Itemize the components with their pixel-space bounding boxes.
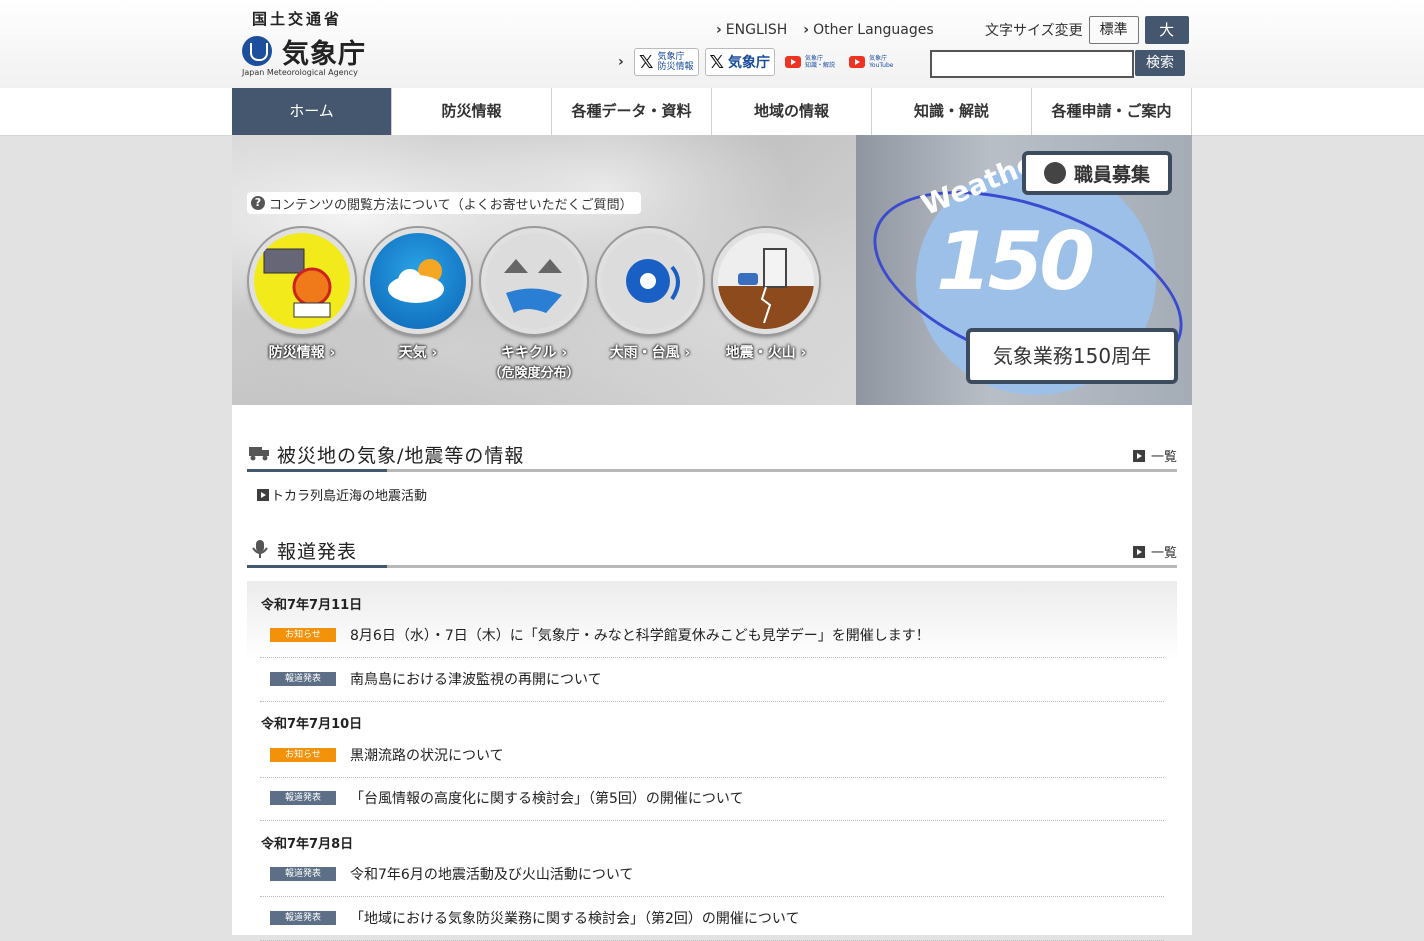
x-logo-icon: 𝕏 — [639, 51, 654, 73]
nav-regional[interactable]: 地域の情報 — [712, 88, 872, 135]
quick-links: 防災情報 › 天気 › キキクル › （危険度分布） 大雨・台風 › 地震・火山… — [247, 228, 821, 381]
tile-kikikuru[interactable]: キキクル › （危険度分布） — [479, 228, 589, 381]
question-icon: ? — [251, 196, 265, 210]
press-badge: 報道発表 — [270, 791, 336, 805]
kikikuru-icon — [481, 228, 587, 334]
news-item[interactable]: 報道発表 「地域における気象防災業務に関する検討会」（第2回）の開催について — [260, 896, 1164, 941]
news-item[interactable]: お知らせ 黒潮流路の状況について — [260, 733, 1164, 778]
play-icon — [1132, 545, 1145, 558]
search-button[interactable]: 検索 — [1135, 50, 1185, 76]
search-input[interactable] — [930, 50, 1134, 78]
anniversary-banner[interactable]: Weather 150 職員募集 気象業務150周年 — [849, 135, 1207, 412]
disaster-section-header: 被災地の気象/地震等の情報 一覧 — [247, 437, 1177, 472]
chevron-right-icon: › — [329, 345, 336, 361]
news-item[interactable]: 報道発表 南鳥島における津波監視の再開について — [260, 657, 1164, 702]
press-badge: 報道発表 — [270, 867, 336, 881]
nav-home[interactable]: ホーム — [232, 88, 392, 135]
jma-logo-icon — [242, 36, 272, 66]
global-nav: ホーム 防災情報 各種データ・資料 地域の情報 知識・解説 各種申請・ご案内 — [0, 88, 1424, 136]
disaster-list-link[interactable]: 一覧 — [1132, 446, 1177, 465]
notice-badge: お知らせ — [270, 748, 336, 762]
tile-heavy-rain-typhoon[interactable]: 大雨・台風 › — [595, 228, 705, 381]
truck-icon — [249, 447, 269, 461]
recruitment-button[interactable]: 職員募集 — [1022, 151, 1172, 195]
youtube-main-button[interactable]: 気象庁 YouTube — [845, 49, 897, 75]
play-icon — [257, 488, 269, 501]
font-size-standard-button[interactable]: 標準 — [1088, 16, 1139, 44]
news-item[interactable]: 報道発表 令和7年6月の地震活動及び火山活動について — [260, 852, 1164, 897]
notice-badge: お知らせ — [270, 628, 336, 642]
press-badge: 報道発表 — [270, 911, 336, 925]
other-languages-link[interactable]: › Other Languages — [803, 22, 933, 38]
font-size-large-button[interactable]: 大 — [1144, 16, 1189, 44]
disaster-item-link[interactable]: トカラ列島近海の地震活動 — [257, 485, 427, 504]
agency-name-en: Japan Meteorological Agency — [242, 68, 358, 77]
tile-earthquake-volcano[interactable]: 地震・火山 › — [711, 228, 821, 381]
earthquake-icon — [713, 228, 819, 334]
tile-disaster-info[interactable]: 防災情報 › — [247, 228, 357, 381]
chevron-right-icon: › — [561, 345, 568, 361]
press-badge: 報道発表 — [270, 672, 336, 686]
weather-icon — [365, 228, 471, 334]
news-date: 令和7年7月8日 — [261, 837, 354, 852]
x-main-account-button[interactable]: 𝕏 気象庁 — [704, 48, 776, 76]
press-list-link[interactable]: 一覧 — [1132, 542, 1177, 561]
ministry-name: 国土交通省 — [252, 10, 343, 28]
news-item[interactable]: お知らせ 8月6日（水）・7日（木）に「気象庁・みなと科学館夏休みこども見学デー… — [260, 613, 1164, 658]
font-size-label: 文字サイズ変更 — [985, 23, 1083, 39]
play-icon — [1132, 449, 1145, 462]
news-item[interactable]: 報道発表 「台風情報の高度化に関する検討会」（第5回）の開催について — [260, 776, 1164, 821]
faq-link[interactable]: ? コンテンツの閲覧方法について（よくお寄せいただくご質問） — [247, 192, 641, 214]
news-date: 令和7年7月11日 — [261, 598, 363, 613]
section-title: 被災地の気象/地震等の情報 — [277, 445, 525, 467]
social-links: › 𝕏 気象庁 防災情報 𝕏 気象庁 気象庁 知識・解説 気象庁 YouTube — [618, 48, 897, 76]
tile-weather[interactable]: 天気 › — [363, 228, 473, 381]
chevron-right-icon: › — [618, 54, 624, 70]
disaster-info-icon — [249, 228, 355, 334]
jma-logo[interactable]: 国土交通省 気象庁 Japan Meteorological Agency — [240, 8, 370, 80]
english-link[interactable]: › ENGLISH — [716, 22, 787, 38]
youtube-icon — [849, 56, 866, 68]
main-content: ? コンテンツの閲覧方法について（よくお寄せいただくご質問） 防災情報 › 天気… — [232, 135, 1207, 941]
chevron-right-icon: › — [716, 22, 722, 38]
youtube-knowledge-button[interactable]: 気象庁 知識・解説 — [781, 49, 839, 75]
microphone-icon — [252, 540, 268, 558]
agency-name: 気象庁 — [282, 39, 366, 70]
nav-data[interactable]: 各種データ・資料 — [552, 88, 712, 135]
hero-satellite-area: ? コンテンツの閲覧方法について（よくお寄せいただくご質問） 防災情報 › 天気… — [232, 135, 856, 405]
typhoon-icon — [597, 228, 703, 334]
nav-applications[interactable]: 各種申請・ご案内 — [1032, 88, 1192, 135]
language-links: › ENGLISH › Other Languages — [716, 22, 934, 38]
nav-disaster-info[interactable]: 防災情報 — [392, 88, 552, 135]
x-disaster-account-button[interactable]: 𝕏 気象庁 防災情報 — [634, 48, 699, 76]
news-date: 令和7年7月10日 — [261, 717, 363, 732]
site-header: 国土交通省 気象庁 Japan Meteorological Agency › E… — [0, 0, 1424, 88]
section-title: 報道発表 — [277, 541, 358, 563]
chevron-right-icon: › — [684, 345, 691, 361]
font-size-control: 文字サイズ変更 標準 大 — [985, 16, 1189, 44]
press-section-header: 報道発表 一覧 — [247, 533, 1177, 568]
anniversary-button[interactable]: 気象業務150周年 — [966, 328, 1178, 384]
chevron-right-icon: › — [803, 22, 810, 38]
chevron-right-icon: › — [431, 345, 438, 361]
mascot-icon — [1043, 162, 1066, 184]
nav-knowledge[interactable]: 知識・解説 — [872, 88, 1032, 135]
youtube-icon — [785, 56, 802, 68]
x-logo-icon: 𝕏 — [709, 51, 725, 73]
chevron-right-icon: › — [800, 345, 807, 361]
